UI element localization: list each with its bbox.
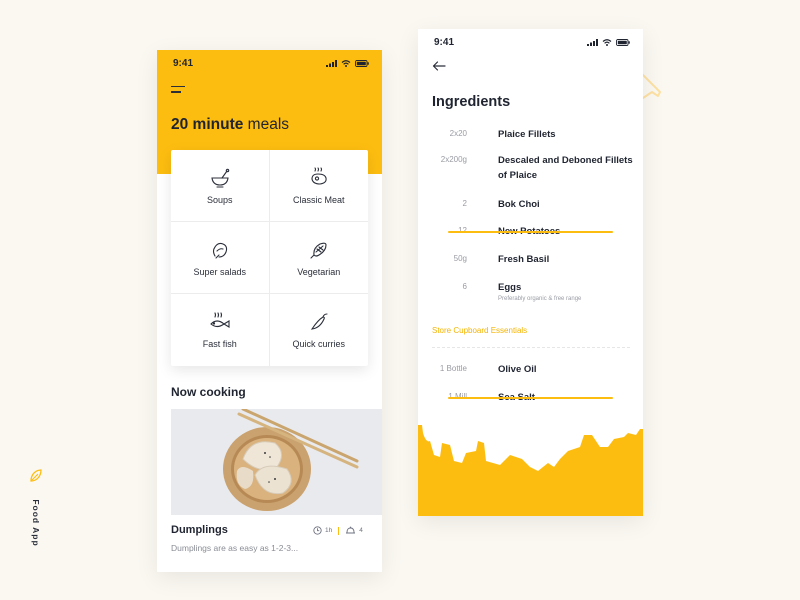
hamburger-menu-icon[interactable] — [171, 86, 185, 94]
status-bar: 9:41 — [418, 37, 643, 51]
category-label: Fast fish — [202, 339, 237, 349]
corn-icon — [310, 242, 327, 259]
dumplings-photo[interactable] — [171, 409, 382, 515]
ingredient-qty: 2x20 — [449, 129, 467, 138]
now-cooking-heading: Now cooking — [171, 385, 246, 399]
ingredient-name: Eggs — [498, 282, 522, 293]
meta-divider — [338, 526, 340, 535]
strikethrough-mark — [448, 231, 613, 233]
paint-drip-decoration — [418, 425, 643, 516]
category-classic-meat[interactable]: Classic Meat — [269, 150, 368, 222]
dish-description: Dumplings are as easy as 1-2-3... — [171, 543, 299, 553]
page-title-rest: meals — [243, 116, 290, 133]
dumplings-plate-image — [171, 409, 382, 515]
category-label: Classic Meat — [292, 194, 345, 205]
ingredient-qty: 1 Bottle — [439, 364, 467, 373]
cook-time: 1h — [325, 527, 333, 534]
app-brand: Food App — [29, 468, 43, 558]
steak-icon — [311, 166, 327, 185]
dish-meta: 1h 4 — [313, 526, 363, 535]
bowl-icon — [211, 168, 229, 188]
page-title: 20 minute meals — [171, 116, 289, 134]
dish-title[interactable]: Dumplings — [171, 524, 228, 536]
category-label: Vegetarian — [297, 266, 341, 277]
category-vegetarian[interactable]: Vegetarian — [269, 222, 368, 294]
back-arrow-icon[interactable] — [432, 61, 446, 71]
section-label: Store Cupboard Essentials — [432, 326, 528, 335]
chili-icon — [310, 313, 328, 330]
page-title-bold: 20 minute — [171, 116, 244, 133]
ingredient-qty: 2x200g — [440, 155, 467, 164]
signal-icon — [326, 60, 337, 67]
status-time: 9:41 — [173, 58, 194, 69]
ingredient-name: Plaice Fillets — [498, 129, 556, 140]
status-time: 9:41 — [434, 37, 455, 48]
ingredient-name: Fresh Basil — [498, 254, 550, 265]
section-divider — [432, 347, 630, 348]
app-name-label: Food App — [31, 499, 41, 547]
category-label: Soups — [206, 194, 233, 205]
category-quick-curries[interactable]: Quick curries — [270, 294, 369, 366]
clock-icon — [313, 526, 322, 535]
ingredient-note: Preferably organic & free range — [498, 296, 582, 302]
ingredient-qty: 6 — [462, 282, 467, 291]
ingredient-name: Descaled and Deboned Fillets of Plaice — [498, 155, 633, 181]
signal-icon — [587, 39, 598, 46]
salad-icon — [212, 242, 227, 259]
ingredient-name: Bok Choi — [498, 199, 540, 210]
category-soups[interactable]: Soups — [171, 150, 270, 222]
leaf-logo-icon — [30, 469, 42, 482]
serving-dish-icon — [346, 526, 356, 534]
strikethrough-mark — [448, 397, 613, 399]
category-label: Quick curries — [292, 339, 345, 349]
category-fast-fish[interactable]: Fast fish — [171, 294, 270, 366]
status-bar: 9:41 — [157, 58, 382, 72]
category-label: Super salads — [193, 266, 247, 277]
meals-screen: 9:41 20 minute meals Soups Classic Meat — [157, 50, 382, 572]
fish-icon — [209, 312, 230, 328]
ingredients-screen: 9:41 Ingredients 2x20 Plaice Fillets 2x2… — [418, 29, 643, 516]
ingredients-title: Ingredients — [432, 94, 511, 110]
battery-icon — [355, 60, 369, 67]
wifi-icon — [602, 39, 612, 46]
ingredient-name: Olive Oil — [498, 364, 537, 375]
wifi-icon — [341, 60, 351, 67]
servings-count: 4 — [359, 527, 363, 534]
category-grid: Soups Classic Meat Super salads Vegetari… — [171, 150, 368, 366]
ingredient-qty: 50g — [453, 254, 467, 263]
battery-icon — [616, 39, 630, 46]
ingredient-qty: 2 — [462, 199, 467, 208]
category-super-salads[interactable]: Super salads — [171, 222, 270, 294]
